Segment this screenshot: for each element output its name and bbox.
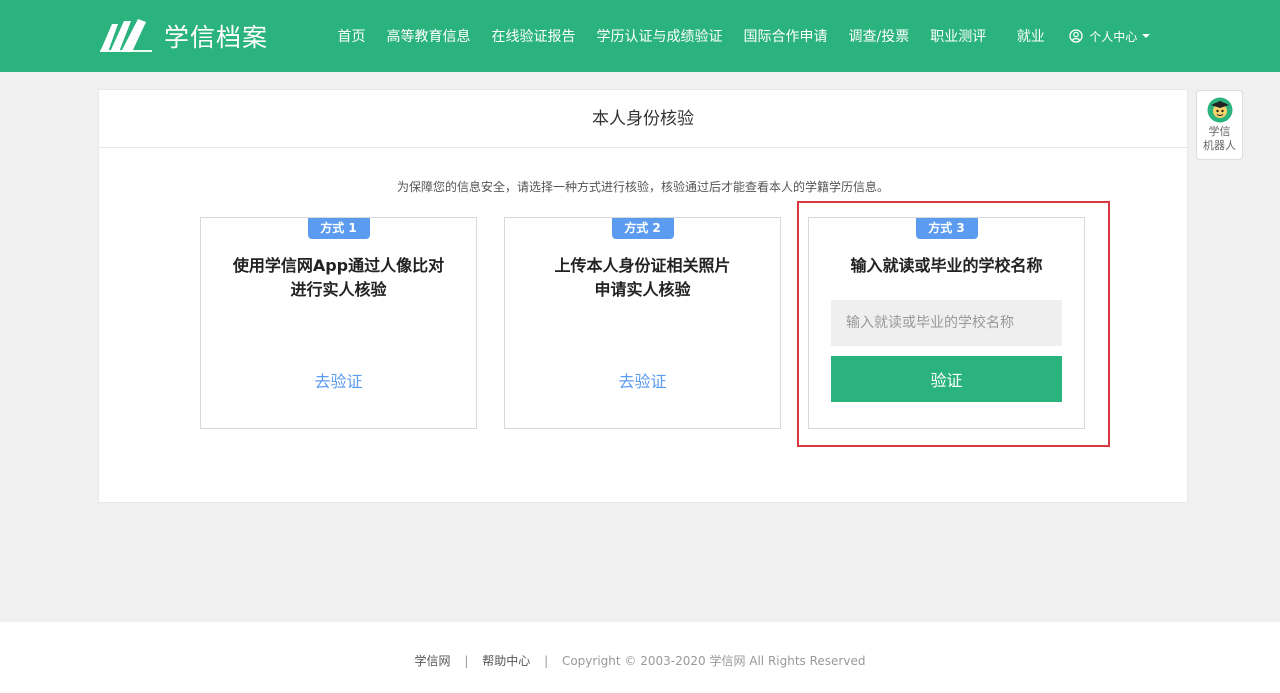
nav-higher-education-info[interactable]: 高等教育信息: [387, 26, 471, 46]
footer-copyright: Copyright © 2003-2020 学信网 All Rights Res…: [561, 654, 866, 668]
user-center-label: 个人中心: [1089, 29, 1138, 44]
method-3-card: 方式 3 输入就读或毕业的学校名称 验证: [808, 217, 1085, 429]
identity-verification-card: 本人身份核验 为保障您的信息安全，请选择一种方式进行核验，核验通过后才能查看本人…: [98, 89, 1188, 503]
logo-text: 学信档案: [164, 23, 269, 52]
robot-label-line2: 机器人: [1203, 139, 1236, 152]
method-1-badge: 方式 1: [307, 218, 370, 239]
method-2-badge: 方式 2: [611, 218, 674, 239]
footer-separator: |: [544, 654, 549, 668]
robot-assistant[interactable]: 学信 机器人: [1196, 90, 1243, 160]
footer-separator: |: [464, 654, 469, 668]
method-2-title-line1: 上传本人身份证相关照片: [554, 256, 731, 275]
page-title: 本人身份核验: [99, 90, 1187, 148]
user-circle-icon: [1069, 29, 1083, 43]
nav-international-cooperation[interactable]: 国际合作申请: [744, 26, 828, 46]
method-1-card: 方式 1 使用学信网App通过人像比对 进行实人核验 去验证: [200, 217, 477, 429]
method-2-title: 上传本人身份证相关照片 申请实人核验: [505, 254, 780, 302]
nav-degree-certification[interactable]: 学历认证与成绩验证: [597, 26, 723, 46]
method-1-title-line1: 使用学信网App通过人像比对: [232, 256, 445, 275]
nav-home[interactable]: 首页: [338, 26, 366, 46]
books-logo-icon: [100, 19, 152, 52]
footer-links: 学信网 | 帮助中心 | Copyright © 2003-2020 学信网 A…: [0, 652, 1280, 669]
school-name-input[interactable]: [831, 300, 1062, 346]
nav-online-verification-report[interactable]: 在线验证报告: [492, 26, 576, 46]
method-2-title-line2: 申请实人核验: [594, 280, 691, 299]
method-2-card: 方式 2 上传本人身份证相关照片 申请实人核验 去验证: [504, 217, 781, 429]
nav-employment[interactable]: 就业: [1017, 26, 1045, 46]
nav-career-assessment[interactable]: 职业测评: [930, 26, 986, 46]
nav-survey-vote[interactable]: 调查/投票: [849, 26, 910, 46]
method-3-badge: 方式 3: [915, 218, 978, 239]
robot-label-line1: 学信: [1208, 125, 1231, 138]
method-1-title: 使用学信网App通过人像比对 进行实人核验: [201, 254, 476, 302]
method-3-title: 输入就读或毕业的学校名称: [850, 256, 1043, 275]
security-notice: 为保障您的信息安全，请选择一种方式进行核验，核验通过后才能查看本人的学籍学历信息…: [396, 180, 889, 194]
robot-avatar-icon: [1207, 97, 1232, 123]
verify-button[interactable]: 验证: [831, 356, 1062, 402]
method-1-go-verify-link[interactable]: 去验证: [201, 368, 476, 392]
method-1-title-line2: 进行实人核验: [290, 280, 387, 299]
top-header: 学信档案 首页 高等教育信息 在线验证报告 学历认证与成绩验证 国际合作申请 调…: [0, 0, 1280, 72]
main-nav: 首页 高等教育信息 在线验证报告 学历认证与成绩验证 国际合作申请 调查/投票 …: [327, 0, 1151, 72]
method-2-go-verify-link[interactable]: 去验证: [505, 368, 780, 392]
chevron-down-icon: [1142, 34, 1151, 38]
footer-link-chsi[interactable]: 学信网: [415, 654, 451, 668]
site-logo[interactable]: 学信档案: [98, 17, 268, 55]
footer-link-help-center[interactable]: 帮助中心: [482, 654, 530, 668]
page-footer: 学信网 | 帮助中心 | Copyright © 2003-2020 学信网 A…: [0, 622, 1280, 693]
user-center-menu[interactable]: 个人中心: [1069, 28, 1151, 45]
